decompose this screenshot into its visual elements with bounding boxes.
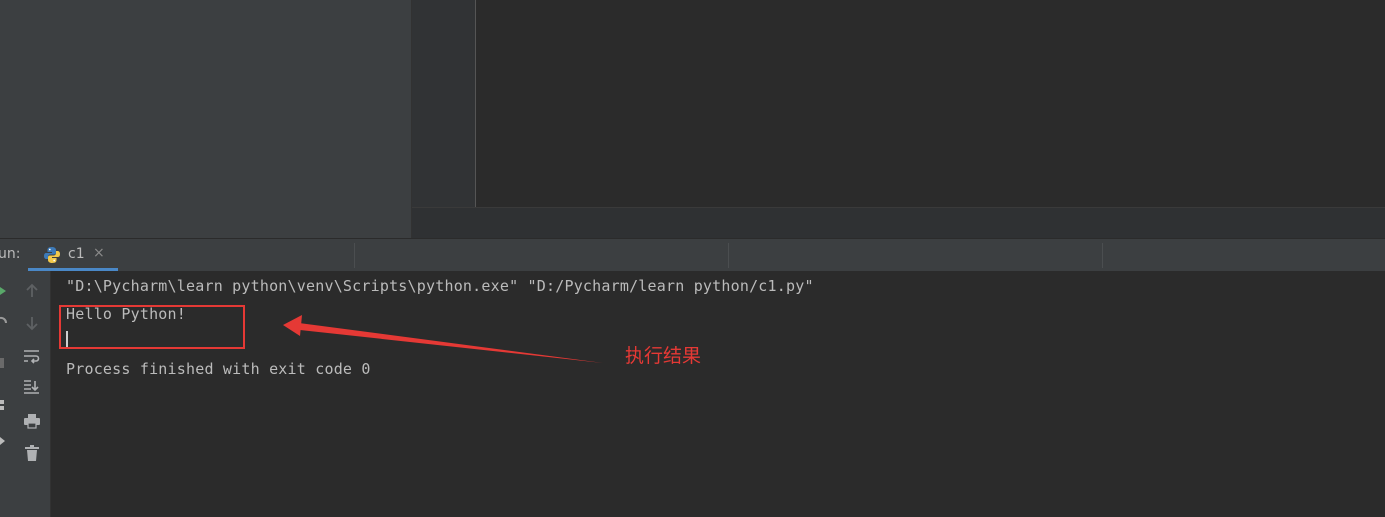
header-separator bbox=[1102, 243, 1103, 268]
run-label: un: bbox=[0, 246, 21, 262]
project-pane bbox=[0, 0, 411, 238]
stop-icon[interactable] bbox=[0, 355, 10, 369]
header-separator bbox=[728, 243, 729, 268]
editor-area[interactable] bbox=[412, 0, 1385, 207]
print-icon[interactable] bbox=[21, 410, 43, 432]
settings-icon[interactable] bbox=[0, 313, 10, 327]
console-exit-line: Process finished with exit code 0 bbox=[66, 360, 371, 378]
annotation-label: 执行结果 bbox=[625, 345, 702, 367]
close-icon[interactable]: × bbox=[93, 245, 105, 261]
editor-gutter bbox=[412, 0, 476, 207]
pin-icon[interactable] bbox=[0, 433, 10, 447]
left-icon-strip bbox=[0, 271, 14, 517]
console-command-line: "D:\Pycharm\learn python\venv\Scripts\py… bbox=[66, 277, 814, 295]
tab-c1[interactable]: c1 × bbox=[28, 239, 118, 272]
console-output[interactable]: "D:\Pycharm\learn python\venv\Scripts\py… bbox=[51, 271, 1385, 517]
up-arrow-icon[interactable] bbox=[21, 280, 43, 302]
editor-scroll-area bbox=[412, 207, 1385, 239]
run-toolbar bbox=[14, 271, 51, 517]
python-icon bbox=[43, 246, 61, 264]
run-tool-header: un: c1 × bbox=[0, 238, 1385, 272]
soft-wrap-icon[interactable] bbox=[21, 345, 43, 367]
trash-icon[interactable] bbox=[21, 442, 43, 464]
annotation-box bbox=[59, 305, 245, 349]
down-arrow-icon[interactable] bbox=[21, 312, 43, 334]
tab-c1-label: c1 bbox=[68, 246, 85, 262]
rerun-icon[interactable] bbox=[0, 283, 10, 297]
layout-icon[interactable] bbox=[0, 397, 10, 411]
scroll-to-end-icon[interactable] bbox=[21, 376, 43, 398]
header-separator bbox=[354, 243, 355, 268]
